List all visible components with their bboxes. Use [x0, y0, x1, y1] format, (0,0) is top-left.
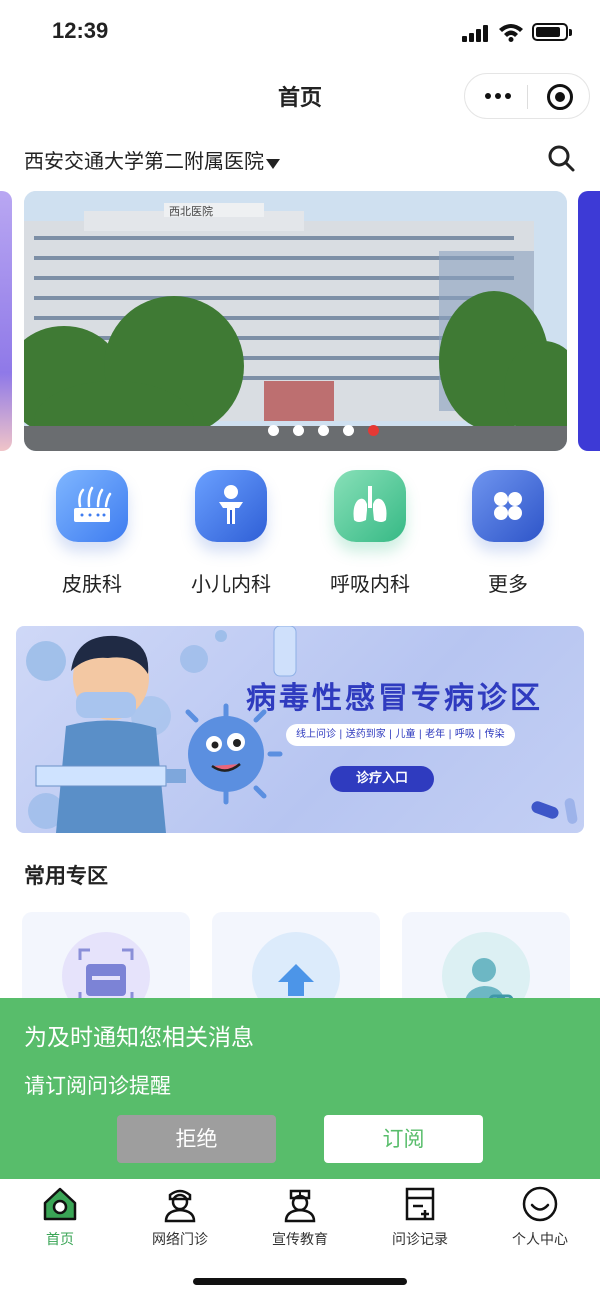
tab-label: 个人中心	[512, 1232, 568, 1248]
dept-label: 呼吸内科	[330, 572, 410, 596]
home-indicator	[193, 1278, 407, 1285]
banner-carousel[interactable]: 西北医院	[0, 191, 600, 451]
banner-slide-hospital[interactable]: 西北医院	[24, 191, 567, 451]
section-title: 常用专区	[24, 864, 108, 888]
mini-program-capsule	[464, 73, 590, 119]
promo-title: 病毒性感冒专病诊区	[246, 681, 543, 716]
dept-more[interactable]: 更多	[438, 470, 578, 597]
tab-education[interactable]: 宣传教育	[240, 1185, 360, 1249]
dept-label: 更多	[488, 572, 528, 596]
banner-next-slide[interactable]	[578, 191, 600, 451]
tab-label: 首页	[46, 1232, 74, 1248]
carousel-dot	[268, 425, 279, 436]
skin-icon	[56, 470, 128, 542]
signal-icon	[462, 24, 490, 42]
reject-button[interactable]: 拒绝	[117, 1115, 276, 1163]
tab-label: 问诊记录	[392, 1232, 448, 1248]
status-bar: 12:39	[0, 0, 600, 66]
profile-icon	[521, 1185, 559, 1223]
department-shortcuts: 皮肤科 小儿内科 呼吸内科 更多	[0, 470, 600, 610]
tab-home[interactable]: 首页	[0, 1185, 120, 1249]
status-time: 12:39	[52, 18, 109, 43]
dept-dermatology[interactable]: 皮肤科	[22, 470, 162, 597]
carousel-dot	[293, 425, 304, 436]
home-icon	[41, 1185, 79, 1223]
wifi-icon	[499, 24, 523, 42]
tab-label: 宣传教育	[272, 1232, 328, 1248]
record-icon	[401, 1185, 439, 1223]
flu-clinic-banner[interactable]: 病毒性感冒专病诊区 线上问诊 | 送药到家 | 儿童 | 老年 | 呼吸 | 传…	[16, 626, 584, 833]
carousel-indicator	[268, 421, 393, 436]
battery-icon	[532, 23, 572, 41]
promo-tags: 线上问诊 | 送药到家 | 儿童 | 老年 | 呼吸 | 传染	[286, 724, 515, 746]
grid-more-icon	[472, 470, 544, 542]
close-target-icon[interactable]	[547, 84, 573, 110]
carousel-dot	[343, 425, 354, 436]
subscribe-title: 为及时通知您相关消息	[24, 1025, 254, 1051]
dept-pediatrics[interactable]: 小儿内科	[161, 470, 301, 597]
dept-label: 皮肤科	[62, 572, 122, 596]
subscribe-button[interactable]: 订阅	[324, 1115, 483, 1163]
nurse-icon	[281, 1185, 319, 1223]
dept-respiratory[interactable]: 呼吸内科	[300, 470, 440, 597]
caret-down-icon	[266, 158, 280, 169]
capsule-divider	[527, 85, 528, 109]
carousel-dot	[318, 425, 329, 436]
subscribe-prompt: 为及时通知您相关消息 请订阅问诊提醒 拒绝 订阅	[0, 998, 600, 1179]
lungs-icon	[334, 470, 406, 542]
hospital-name: 西安交通大学第二附属医院	[24, 149, 264, 173]
tab-records[interactable]: 问诊记录	[360, 1185, 480, 1249]
doctor-icon	[161, 1185, 199, 1223]
hospital-building-image: 西北医院	[24, 191, 567, 451]
child-icon	[195, 470, 267, 542]
tab-profile[interactable]: 个人中心	[480, 1185, 600, 1249]
search-icon[interactable]	[546, 143, 576, 173]
banner-prev-slide[interactable]	[0, 191, 12, 451]
dept-label: 小儿内科	[191, 572, 271, 596]
carousel-dot-active	[368, 425, 379, 436]
hospital-selector[interactable]: 西安交通大学第二附属医院	[24, 145, 584, 175]
more-dots-icon[interactable]	[485, 89, 513, 103]
tab-online-clinic[interactable]: 网络门诊	[120, 1185, 240, 1249]
subscribe-desc: 请订阅问诊提醒	[24, 1074, 171, 1098]
promo-entry-button[interactable]: 诊疗入口	[330, 766, 434, 792]
banner-sign-text: 西北医院	[169, 204, 213, 218]
tab-label: 网络门诊	[152, 1232, 208, 1248]
